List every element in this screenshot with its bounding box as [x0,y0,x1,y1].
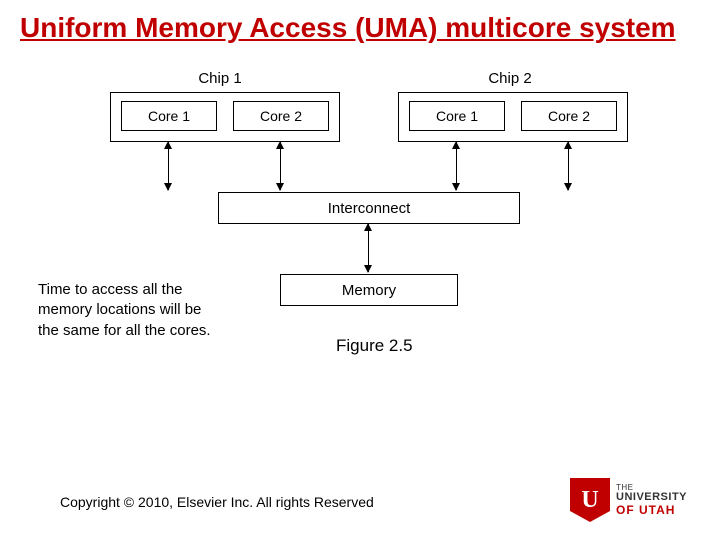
chip1-core1: Core 1 [121,101,217,131]
logo-letter: U [581,487,598,514]
interconnect-box: Interconnect [218,192,520,224]
arrow-icon [368,224,369,272]
memory-box: Memory [280,274,458,306]
logo-line2: UNIVERSITY [616,492,687,504]
caption-text: Time to access all the memory locations … [38,280,218,341]
arrow-icon [456,142,457,190]
copyright-text: Copyright © 2010, Elsevier Inc. All righ… [60,494,374,510]
page-title: Uniform Memory Access (UMA) multicore sy… [0,0,720,44]
chip2-core1: Core 1 [409,101,505,131]
chip-2-box: Core 1 Core 2 [398,92,628,142]
logo-line3: OF UTAH [616,504,687,517]
university-of-utah-logo: U THE UNIVERSITY OF UTAH [570,478,700,522]
chip-1-label: Chip 1 [180,70,260,87]
logo-shield-icon: U [570,478,610,522]
chip2-core2: Core 2 [521,101,617,131]
chip-2-label: Chip 2 [470,70,550,87]
chip-1-box: Core 1 Core 2 [110,92,340,142]
arrow-icon [568,142,569,190]
logo-text: THE UNIVERSITY OF UTAH [616,484,687,517]
figure-label: Figure 2.5 [336,336,413,356]
arrow-icon [168,142,169,190]
chip1-core2: Core 2 [233,101,329,131]
arrow-icon [280,142,281,190]
